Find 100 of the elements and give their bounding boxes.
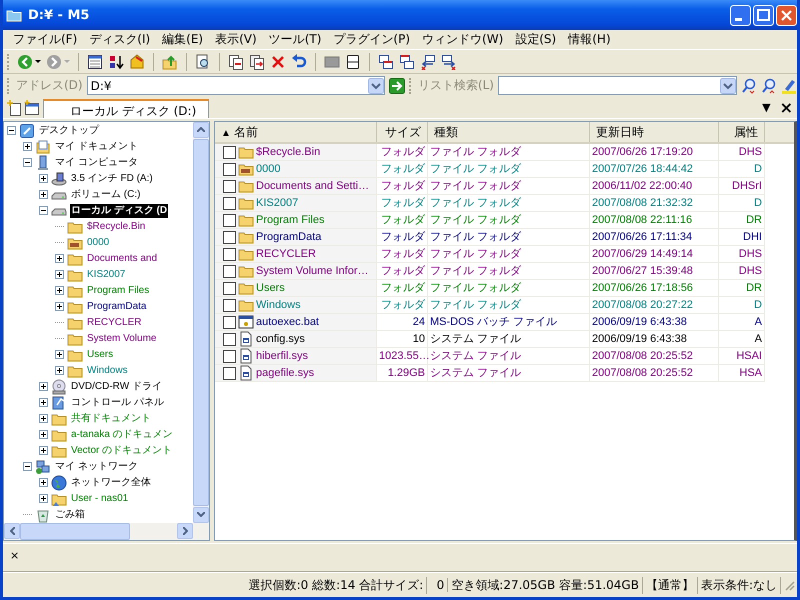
expand-icon[interactable]: [39, 174, 48, 184]
close-button[interactable]: ×: [10, 548, 20, 562]
checkbox[interactable]: [223, 180, 236, 193]
column-header[interactable]: ▲ 名前: [215, 122, 377, 142]
checkbox[interactable]: [223, 214, 236, 227]
expand-icon[interactable]: [39, 398, 48, 408]
maximize-button[interactable]: [753, 4, 774, 26]
close-tab-button[interactable]: ×: [776, 100, 797, 116]
horizontal-scrollbar[interactable]: [4, 522, 209, 540]
checkbox[interactable]: [223, 316, 236, 329]
checkbox[interactable]: [223, 196, 236, 210]
checkbox[interactable]: [223, 248, 236, 261]
menu-item[interactable]: ウィンドウ(W): [416, 31, 510, 48]
checkbox[interactable]: [223, 230, 236, 244]
column-header[interactable]: 更新日時: [590, 122, 719, 142]
tree-item[interactable]: 3.5 インチ FD (A:): [70, 172, 154, 186]
tree-item[interactable]: $Recycle.Bin: [86, 220, 146, 234]
tree-item[interactable]: Documents and: [86, 252, 158, 266]
expand-icon[interactable]: [55, 270, 64, 280]
menu-item[interactable]: ツール(T): [262, 31, 328, 48]
tree-item[interactable]: マイ ネットワーク: [54, 460, 139, 474]
forward-icon[interactable]: [46, 54, 62, 70]
expand-icon[interactable]: [55, 286, 64, 296]
calendar-icon[interactable]: [87, 54, 103, 70]
tree-item[interactable]: ネットワーク全体: [70, 476, 152, 490]
tree-item[interactable]: 0000: [86, 236, 110, 250]
windows-icon[interactable]: [399, 54, 415, 70]
tree-item[interactable]: マイ ドキュメント: [54, 140, 139, 154]
collapse-icon[interactable]: [23, 462, 32, 472]
file-name[interactable]: 0000: [256, 162, 280, 177]
menu-item[interactable]: ディスク(I): [83, 31, 156, 48]
collapse-icon[interactable]: [23, 158, 32, 168]
column-header[interactable]: 種類: [428, 122, 590, 142]
menu-item[interactable]: 表示(V): [209, 31, 263, 48]
tree-item[interactable]: DVD/CD-RW ドライ: [70, 380, 163, 394]
close-button[interactable]: [776, 4, 797, 26]
move-icon[interactable]: [249, 54, 265, 70]
tree-item[interactable]: Program Files: [86, 284, 150, 298]
tree-item[interactable]: RECYCLER: [86, 316, 142, 330]
expand-icon[interactable]: [55, 302, 64, 312]
tab[interactable]: ローカル ディスク (D:): [43, 98, 210, 118]
dropdown-button[interactable]: [720, 78, 736, 94]
tree-item[interactable]: a-tanaka のドキュメン: [70, 428, 174, 442]
menu-item[interactable]: 情報(H): [562, 31, 617, 48]
undo-icon[interactable]: [291, 54, 307, 70]
checkbox[interactable]: [223, 264, 236, 278]
arrow-right-icon[interactable]: [441, 54, 457, 70]
expand-icon[interactable]: [39, 446, 48, 456]
menu-item[interactable]: 編集(E): [156, 31, 210, 48]
tree-item[interactable]: ボリューム (C:): [70, 188, 142, 202]
checkbox[interactable]: [223, 350, 236, 363]
tree-item[interactable]: コントロール パネル: [70, 396, 165, 410]
go-button[interactable]: [388, 78, 405, 94]
column-header[interactable]: サイズ: [377, 122, 428, 142]
expand-icon[interactable]: [39, 430, 48, 440]
search-icon[interactable]: [741, 78, 757, 94]
tab-menu-button[interactable]: ▼: [758, 101, 775, 114]
sort-icon[interactable]: [108, 54, 124, 70]
resize-grip-icon[interactable]: [783, 579, 795, 591]
expand-icon[interactable]: [39, 382, 48, 392]
expand-icon[interactable]: [39, 190, 48, 200]
tree-item[interactable]: マイ コンピュータ: [54, 156, 139, 170]
caret-icon[interactable]: [35, 60, 41, 64]
up-folder-icon[interactable]: [162, 54, 178, 70]
new-tab-icon[interactable]: [7, 100, 23, 116]
tree-item[interactable]: ローカル ディスク (D: [70, 204, 168, 218]
vertical-scrollbar[interactable]: [193, 122, 209, 523]
collapse-icon[interactable]: [7, 126, 16, 136]
tree-item[interactable]: System Volume: [86, 332, 158, 346]
address-field[interactable]: D:¥: [86, 76, 385, 96]
tree-item[interactable]: KIS2007: [86, 268, 126, 282]
tree-item[interactable]: Windows: [86, 364, 129, 378]
checkbox[interactable]: [223, 298, 236, 312]
minimize-button[interactable]: [730, 4, 751, 26]
tree-item[interactable]: ProgramData: [86, 300, 148, 314]
expand-icon[interactable]: [55, 366, 64, 376]
delete-icon[interactable]: [270, 54, 286, 70]
menu-item[interactable]: ファイル(F): [7, 31, 84, 48]
expand-icon[interactable]: [23, 142, 32, 152]
list-search-field[interactable]: [498, 76, 737, 96]
search-icon[interactable]: [195, 54, 211, 70]
checkbox[interactable]: [223, 366, 236, 380]
expand-icon[interactable]: [39, 494, 48, 504]
search-icon[interactable]: [761, 78, 777, 94]
tree-item[interactable]: Vector のドキュメント: [70, 444, 174, 458]
tree-item[interactable]: デスクトップ: [38, 124, 100, 138]
expand-icon[interactable]: [39, 414, 48, 424]
panel-icon[interactable]: [324, 54, 340, 70]
expand-icon[interactable]: [55, 350, 64, 360]
tree-item[interactable]: Users: [86, 348, 114, 362]
menu-item[interactable]: プラグイン(P): [327, 31, 416, 48]
copy-icon[interactable]: [228, 54, 244, 70]
checkbox[interactable]: [223, 146, 236, 159]
new-window-icon[interactable]: [24, 100, 40, 116]
tree-item[interactable]: ごみ箱: [54, 508, 86, 522]
arrow-left-icon[interactable]: [420, 54, 436, 70]
windows-icon[interactable]: [378, 54, 394, 70]
menu-item[interactable]: 設定(S): [509, 31, 562, 48]
checkbox[interactable]: [223, 282, 236, 295]
tree-item[interactable]: 共有ドキュメント: [70, 412, 152, 426]
